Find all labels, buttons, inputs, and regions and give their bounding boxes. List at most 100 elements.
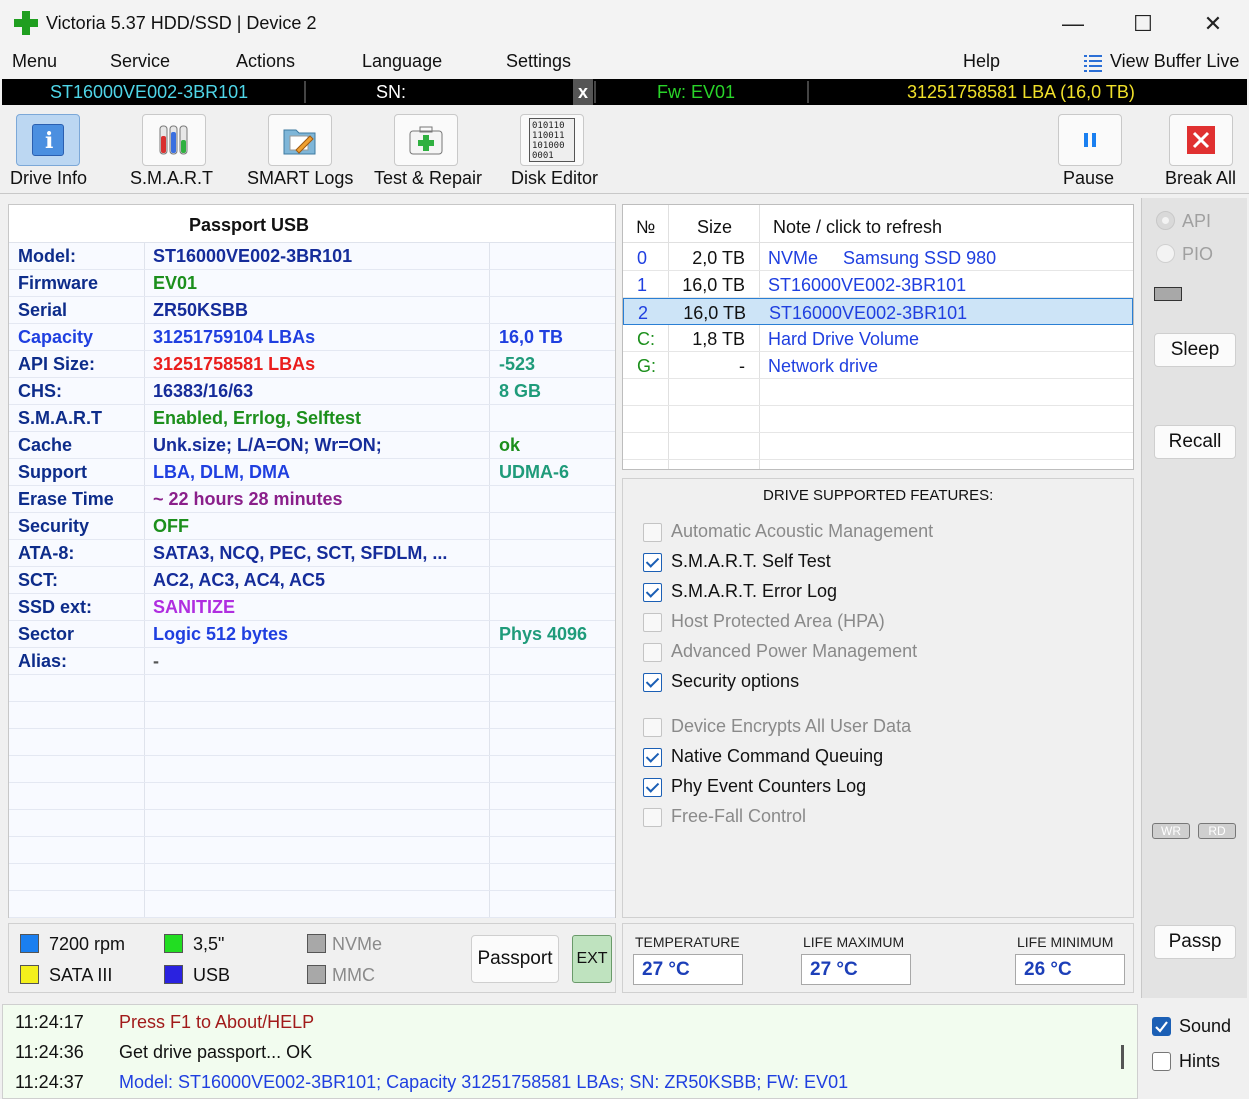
drive-row[interactable]: 2 16,0 TB ST16000VE002-3BR101	[623, 298, 1133, 325]
list-icon	[1084, 53, 1102, 73]
feature-checkbox[interactable]	[643, 523, 662, 542]
passport-row: S.M.A.R.T Enabled, Errlog, Selftest	[9, 405, 615, 432]
drive-number: C:	[637, 329, 655, 349]
first-aid-kit-icon	[409, 126, 443, 155]
disk-editor-button[interactable]: 010110 110011 101000 0001	[520, 114, 584, 166]
feature-checkbox[interactable]	[643, 778, 662, 797]
drive-size: -	[739, 356, 745, 376]
drive-list-header: № Size Note / click to refresh	[623, 205, 1133, 243]
passport-key: CHS:	[18, 381, 62, 401]
passport-row: Sector Logic 512 bytes Phys 4096	[9, 621, 615, 648]
feature-checkbox[interactable]	[643, 673, 662, 692]
feature-checkbox[interactable]	[643, 718, 662, 737]
toolbar: i Drive Info S.M.A.R.T SMART Logs Test &…	[0, 106, 1249, 194]
pause-button[interactable]	[1058, 114, 1122, 166]
passport-key: Support	[18, 462, 87, 482]
note-header[interactable]: Note / click to refresh	[773, 217, 942, 238]
drive-row[interactable]: 0 2,0 TB NVMe Samsung SSD 980	[623, 244, 1133, 271]
drive-empty-row	[623, 379, 1133, 406]
pio-label: PIO	[1182, 244, 1214, 264]
life-max-caption: LIFE MAXIMUM	[803, 934, 905, 950]
menu-settings[interactable]: Settings	[506, 51, 571, 72]
drive-empty-row	[623, 433, 1133, 460]
feature-checkbox[interactable]	[643, 583, 662, 602]
feature-label: Native Command Queuing	[671, 746, 884, 766]
number-header[interactable]: №	[636, 217, 655, 238]
passp-button[interactable]: Passp	[1154, 925, 1236, 959]
passport-row: Erase Time ~ 22 hours 28 minutes	[9, 486, 615, 513]
drive-empty-row	[623, 406, 1133, 433]
smart-button[interactable]	[142, 114, 206, 166]
feature-checkbox[interactable]	[643, 748, 662, 767]
sound-label: Sound	[1179, 1016, 1232, 1036]
feature-label: Advanced Power Management	[671, 641, 918, 661]
passport-empty-row	[9, 837, 615, 864]
status-indicator	[1154, 287, 1182, 301]
drive-row[interactable]: C: 1,8 TB Hard Drive Volume	[623, 325, 1133, 352]
passport-key: SSD ext:	[18, 597, 93, 617]
mmc-label: MMC	[332, 965, 375, 985]
log-scrollbar[interactable]	[1121, 1045, 1124, 1069]
clear-serial-button[interactable]: x	[573, 79, 593, 105]
smart-label: S.M.A.R.T	[130, 168, 214, 188]
feature-checkbox[interactable]	[643, 808, 662, 827]
menu-menu[interactable]: Menu	[12, 51, 57, 72]
side-panel: API PIO Sleep Recall WR RD Passp	[1141, 198, 1247, 998]
passport-button[interactable]: Passport	[471, 935, 559, 983]
sleep-button[interactable]: Sleep	[1154, 333, 1236, 367]
pio-radio[interactable]	[1156, 244, 1175, 263]
size-header[interactable]: Size	[697, 217, 732, 238]
hints-checkbox[interactable]	[1152, 1052, 1171, 1071]
drive-status-strip: ST16000VE002-3BR101 SN: x Fw: EV01 31251…	[2, 79, 1247, 105]
smart-logs-button[interactable]	[268, 114, 332, 166]
passport-key: SCT:	[18, 570, 58, 590]
feature-label: Phy Event Counters Log	[671, 776, 867, 796]
menu-language[interactable]: Language	[362, 51, 442, 72]
menu-help[interactable]: Help	[963, 51, 1000, 72]
features-title: DRIVE SUPPORTED FEATURES:	[763, 487, 994, 504]
maximize-button[interactable]: ☐	[1108, 0, 1178, 47]
ext-button[interactable]: EXT	[572, 935, 612, 983]
log-time: 11:24:36	[15, 1042, 84, 1062]
passport-row: API Size: 31251758581 LBAs -523	[9, 351, 615, 378]
drive-info-button[interactable]: i	[16, 114, 80, 166]
minimize-button[interactable]: —	[1038, 0, 1108, 47]
menu-service[interactable]: Service	[110, 51, 170, 72]
passport-value: Enabled, Errlog, Selftest	[153, 408, 362, 428]
event-log[interactable]: 11:24:17 Press F1 to About/HELP 11:24:36 Ge…	[2, 1004, 1138, 1099]
drive-features-panel: DRIVE SUPPORTED FEATURES: Automatic Acou…	[622, 478, 1134, 918]
feature-checkbox[interactable]	[643, 613, 662, 632]
passport-row: Model: ST16000VE002-3BR101	[9, 243, 615, 270]
passport-header: Passport USB	[189, 215, 310, 235]
app-cross-icon	[14, 11, 38, 35]
passport-empty-row	[9, 783, 615, 810]
api-radio[interactable]	[1156, 211, 1175, 230]
passport-value: 31251758581 LBAs	[153, 354, 316, 374]
passport-key: Alias:	[18, 651, 68, 671]
feature-label: Security options	[671, 671, 800, 691]
passport-row: SSD ext: SANITIZE	[9, 594, 615, 621]
passport-empty-row	[9, 675, 615, 702]
sata-swatch	[20, 965, 39, 984]
drive-number: G:	[637, 356, 657, 376]
break-all-button[interactable]	[1169, 114, 1233, 166]
passport-value: LBA, DLM, DMA	[153, 462, 290, 482]
pause-label: Pause	[1063, 168, 1115, 188]
drive-row[interactable]: G: - Network drive	[623, 352, 1133, 379]
smart-logs-label: SMART Logs	[247, 168, 354, 188]
drive-info-label: Drive Info	[10, 168, 88, 188]
passport-key: Security	[18, 516, 90, 536]
drive-row[interactable]: 1 16,0 TB ST16000VE002-3BR101	[623, 271, 1133, 298]
nvme-label: NVMe	[332, 934, 383, 954]
close-button[interactable]: ✕	[1178, 0, 1248, 47]
passport-extra: ok	[499, 435, 521, 455]
test-repair-button[interactable]	[394, 114, 458, 166]
view-buffer-live-link[interactable]: View Buffer Live	[1110, 51, 1239, 72]
menu-actions[interactable]: Actions	[236, 51, 295, 72]
break-all-label: Break All	[1165, 168, 1237, 188]
recall-button[interactable]: Recall	[1154, 425, 1236, 459]
feature-checkbox[interactable]	[643, 643, 662, 662]
drive-size: 16,0 TB	[683, 303, 746, 323]
feature-checkbox[interactable]	[643, 553, 662, 572]
sound-checkbox[interactable]	[1152, 1017, 1171, 1036]
